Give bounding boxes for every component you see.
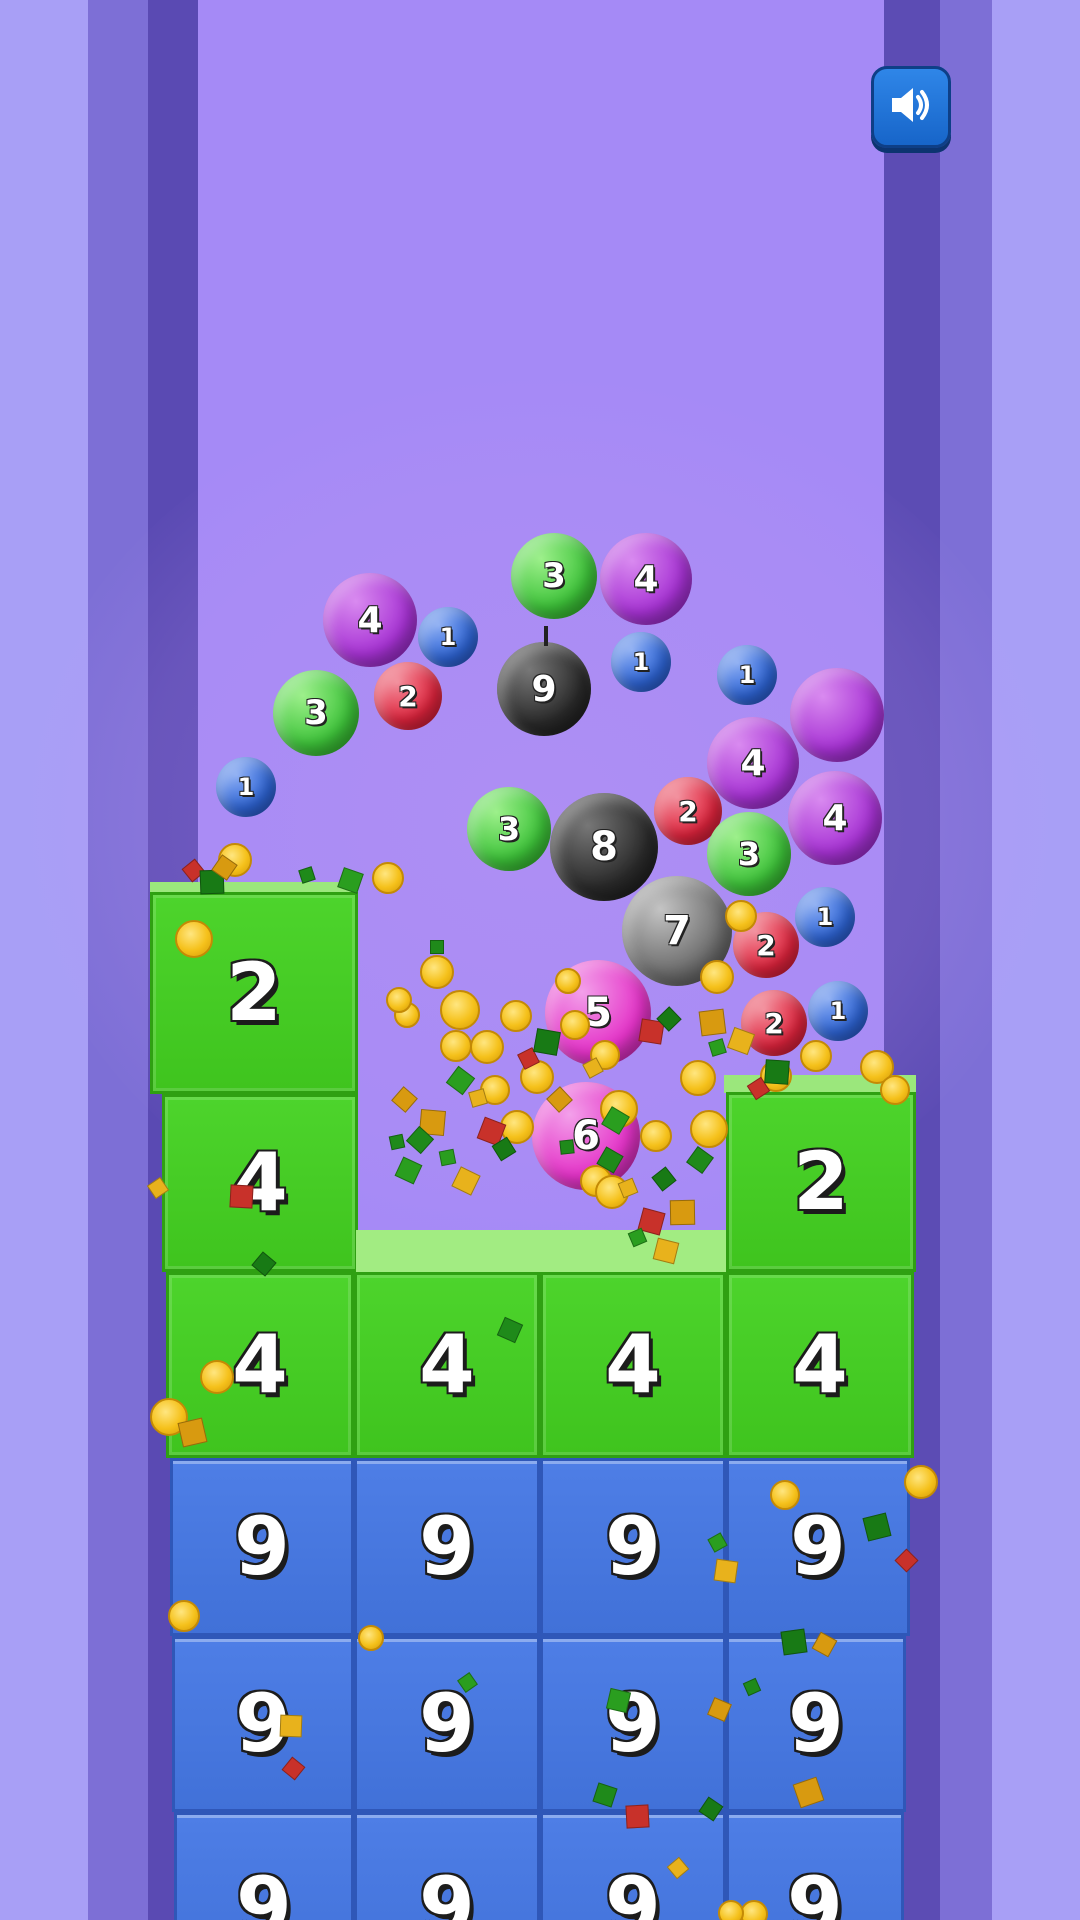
ball: 3 xyxy=(273,670,359,756)
coin xyxy=(440,1030,472,1062)
coin xyxy=(800,1040,832,1072)
confetti-cube xyxy=(279,1714,303,1738)
number-block: 9 xyxy=(172,1636,354,1812)
coin xyxy=(640,1120,672,1152)
confetti-cube xyxy=(669,1199,696,1226)
coin xyxy=(770,1480,800,1510)
coin xyxy=(358,1625,384,1651)
coin xyxy=(700,960,734,994)
coin xyxy=(690,1110,728,1148)
ball: 1 xyxy=(418,607,478,667)
coin xyxy=(740,1900,768,1920)
confetti-cube xyxy=(780,1628,808,1656)
coin xyxy=(386,987,412,1013)
number-block: 2 xyxy=(150,892,358,1094)
coin xyxy=(560,1010,590,1040)
coin xyxy=(440,990,480,1030)
ball: 1 xyxy=(216,757,276,817)
ball: 1 xyxy=(611,632,671,692)
confetti-cube xyxy=(533,1028,561,1056)
number-block: 4 xyxy=(726,1272,914,1458)
ball: 8 xyxy=(550,793,658,901)
confetti-cube xyxy=(764,1059,790,1085)
ball: 4 xyxy=(707,717,799,809)
coin xyxy=(420,955,454,989)
confetti-cube xyxy=(229,1184,254,1209)
ball: 1 xyxy=(808,981,868,1041)
number-block: 4 xyxy=(354,1272,540,1458)
ball: 2 xyxy=(374,662,442,730)
coin xyxy=(200,1360,234,1394)
confetti-cube xyxy=(698,1008,727,1037)
number-block: 9 xyxy=(354,1458,540,1636)
speaker-on-icon xyxy=(888,84,934,130)
ball: 4 xyxy=(788,771,882,865)
ball: 4 xyxy=(323,573,417,667)
confetti-cube xyxy=(559,1139,575,1155)
ball: 3 xyxy=(467,787,551,871)
ball: 3 xyxy=(511,533,597,619)
ball: 1 xyxy=(795,887,855,947)
number-block: 9 xyxy=(354,1636,540,1812)
coin xyxy=(680,1060,716,1096)
number-block: 9 xyxy=(726,1458,910,1636)
game-scene[interactable]: 4 1 3 4 2 9 1 3 1 1 4 4 3 8 2 3 7 1 2 1 … xyxy=(0,0,1080,1920)
coin xyxy=(904,1465,938,1499)
ball: 2 xyxy=(741,990,807,1056)
number-block: 2 xyxy=(726,1092,916,1272)
number-block: 9 xyxy=(174,1812,354,1920)
number-block: 9 xyxy=(540,1636,726,1812)
confetti-cube xyxy=(625,1804,650,1829)
coin xyxy=(372,862,404,894)
sound-toggle-button[interactable] xyxy=(871,66,951,148)
coin xyxy=(725,900,757,932)
number-block: 9 xyxy=(354,1812,540,1920)
coin xyxy=(718,1900,744,1920)
confetti-cube xyxy=(430,940,444,954)
number-block: 4 xyxy=(162,1094,358,1272)
confetti-cube xyxy=(388,1133,406,1151)
ball: 1 xyxy=(717,645,777,705)
number-block: 4 xyxy=(540,1272,726,1458)
confetti-cube xyxy=(438,1148,457,1167)
coin xyxy=(168,1600,200,1632)
coin xyxy=(555,968,581,994)
coin xyxy=(500,1000,532,1032)
coin xyxy=(470,1030,504,1064)
ball: 4 xyxy=(600,533,692,625)
number-block: 9 xyxy=(540,1458,726,1636)
bomb-ball: 9 xyxy=(497,626,591,736)
confetti-cube xyxy=(713,1558,739,1584)
ball: 3 xyxy=(707,812,791,896)
coin xyxy=(175,920,213,958)
ball xyxy=(790,668,884,762)
coin xyxy=(880,1075,910,1105)
